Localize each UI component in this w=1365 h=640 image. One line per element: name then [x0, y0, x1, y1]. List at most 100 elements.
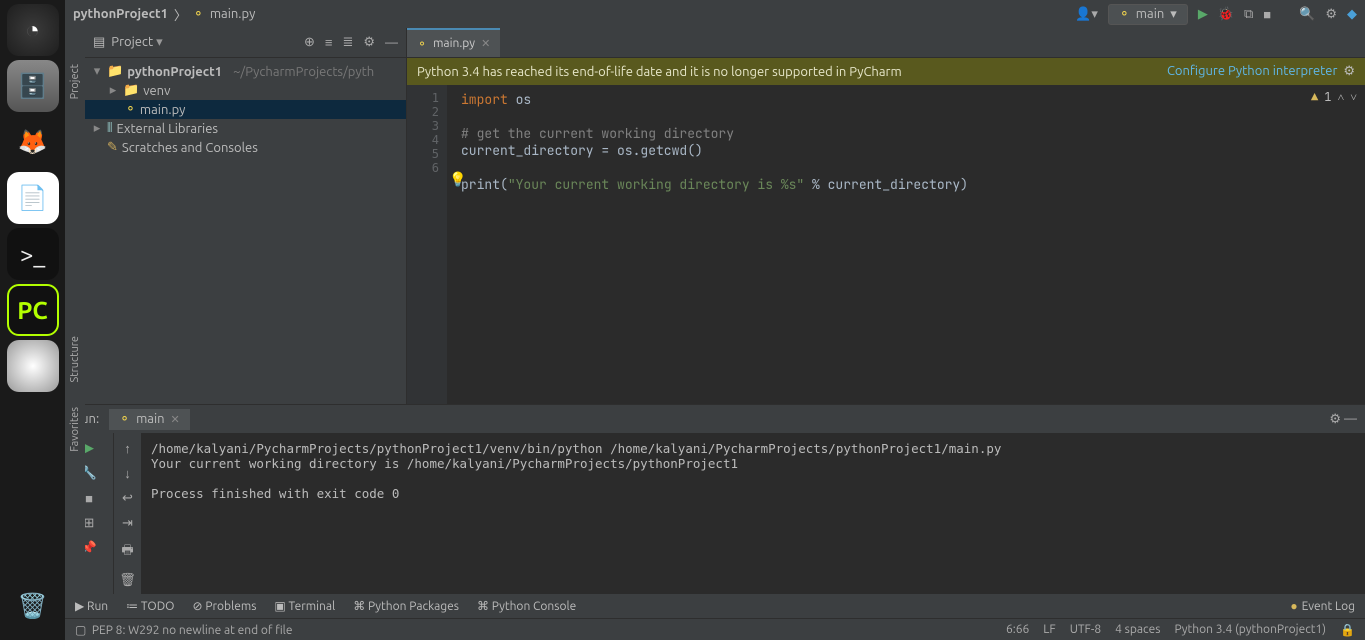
- run-tab-label: main: [136, 412, 164, 426]
- run-output[interactable]: /home/kalyani/PycharmProjects/pythonProj…: [141, 433, 1365, 594]
- todo-tool-button[interactable]: ≔ TODO: [126, 599, 174, 613]
- external-libraries[interactable]: External Libraries: [116, 122, 218, 136]
- problems-tool-button[interactable]: ⊘ Problems: [193, 599, 257, 613]
- configure-interpreter-link[interactable]: Configure Python interpreter: [1167, 64, 1337, 78]
- rerun-button[interactable]: ▶: [84, 441, 94, 456]
- inspection-count: 1: [1324, 89, 1331, 105]
- stop-run-button[interactable]: ■: [85, 491, 93, 506]
- coverage-button[interactable]: ⧉: [1244, 7, 1253, 22]
- run-config-selector[interactable]: ⚬ main ▾: [1108, 4, 1188, 25]
- print-button[interactable]: 🖶: [121, 541, 133, 563]
- run-output-cmd: /home/kalyani/PycharmProjects/pythonProj…: [151, 441, 1001, 456]
- indent-indicator[interactable]: 4 spaces: [1115, 623, 1160, 637]
- files-app-icon[interactable]: 🗄️: [7, 60, 59, 112]
- ubuntu-dash-icon[interactable]: ◔: [7, 4, 59, 56]
- panel-settings-button[interactable]: ⚙: [363, 35, 375, 50]
- editor-tab-main[interactable]: ⚬ main.py ✕: [407, 28, 500, 57]
- up-stack-button[interactable]: ↑: [124, 441, 131, 456]
- expand-caret-icon[interactable]: ▾: [91, 64, 103, 79]
- clear-button[interactable]: 🗑: [119, 573, 136, 588]
- code-editor[interactable]: import os # get the current working dire…: [447, 85, 1365, 404]
- line-number: 5: [407, 147, 439, 161]
- python-file-icon: ⚬: [193, 7, 204, 22]
- hide-run-panel-icon[interactable]: —: [1344, 412, 1357, 426]
- run-button[interactable]: ▶: [1198, 7, 1208, 22]
- eol-banner-text: Python 3.4 has reached its end-of-life d…: [417, 65, 902, 79]
- line-ending[interactable]: LF: [1043, 623, 1055, 637]
- pycharm-app-icon[interactable]: PC: [7, 284, 59, 336]
- run-settings-icon[interactable]: ⚙: [1329, 412, 1341, 426]
- favorites-tool-button[interactable]: Favorites: [69, 399, 81, 460]
- breadcrumb-separator: 〉: [174, 5, 187, 24]
- code-token: import: [461, 91, 508, 108]
- intention-bulb-icon[interactable]: 💡: [449, 171, 466, 189]
- lock-icon[interactable]: 🔒: [1340, 623, 1355, 637]
- layout-button[interactable]: ⊞: [84, 516, 95, 531]
- run-gutter-secondary: ↑ ↓ ↩ ⇥ 🖶 🗑: [113, 433, 141, 594]
- collapse-all-button[interactable]: ≣: [342, 35, 353, 50]
- folder-icon: 📁: [123, 83, 139, 98]
- ide-help-button[interactable]: ◆: [1347, 7, 1357, 22]
- project-root-path: ~/PycharmProjects/pyth: [233, 65, 374, 79]
- file-encoding[interactable]: UTF-8: [1070, 623, 1101, 637]
- breadcrumb-project[interactable]: pythonProject1: [73, 7, 168, 21]
- close-tab-icon[interactable]: ✕: [481, 37, 490, 50]
- scratches-consoles[interactable]: Scratches and Consoles: [122, 141, 258, 155]
- status-widgets-icon[interactable]: ▢: [75, 624, 86, 637]
- run-tool-window: Run: ⚬ main ✕ ⚙ — ▶ 🔧 ■ ⊞ 📌 ↑: [65, 404, 1365, 594]
- line-number: 6: [407, 161, 439, 175]
- close-run-tab-icon[interactable]: ✕: [171, 413, 180, 426]
- expand-caret-icon[interactable]: ▸: [107, 83, 119, 98]
- disc-app-icon[interactable]: [7, 340, 59, 392]
- caret-position[interactable]: 6:66: [1006, 623, 1029, 637]
- search-everywhere-button[interactable]: 🔍: [1299, 7, 1315, 22]
- hide-panel-button[interactable]: —: [385, 36, 398, 50]
- terminal-tool-button[interactable]: ▣ Terminal: [274, 599, 335, 613]
- project-view-icon: ▤: [93, 35, 105, 50]
- code-token: "Your current working directory is %s": [508, 176, 804, 193]
- editor-tab-label: main.py: [433, 37, 475, 50]
- locate-button[interactable]: ⊕: [304, 35, 315, 50]
- inspection-widget[interactable]: ▲ 1 ˄ ˅: [1311, 89, 1357, 105]
- python-console-tool-button[interactable]: ⌘ Python Console: [477, 599, 576, 613]
- project-root[interactable]: pythonProject1: [127, 65, 222, 79]
- project-tree[interactable]: ▾ 📁 pythonProject1 ~/PycharmProjects/pyt…: [85, 58, 406, 161]
- main-py-file[interactable]: main.py: [140, 103, 186, 117]
- breadcrumb-file[interactable]: main.py: [210, 7, 256, 21]
- line-number-gutter[interactable]: 1 2 3 4 5 6: [407, 85, 447, 404]
- expand-caret-icon[interactable]: ▸: [91, 121, 103, 136]
- interpreter-indicator[interactable]: Python 3.4 (pythonProject1): [1174, 623, 1326, 637]
- project-view-title[interactable]: Project: [111, 35, 162, 50]
- libreoffice-writer-icon[interactable]: 📄: [7, 172, 59, 224]
- interpreter-warning-banner: Python 3.4 has reached its end-of-life d…: [407, 58, 1365, 85]
- event-log-label: Event Log: [1302, 600, 1355, 613]
- expand-all-button[interactable]: ≡: [325, 35, 333, 50]
- trash-icon[interactable]: 🗑️: [7, 580, 59, 632]
- event-log-button[interactable]: ● Event Log: [1290, 599, 1355, 613]
- structure-tool-button[interactable]: Structure: [69, 328, 81, 391]
- prev-highlight-icon[interactable]: ˄: [1337, 89, 1344, 105]
- add-user-icon[interactable]: 👤▾: [1075, 7, 1098, 22]
- banner-settings-icon[interactable]: ⚙: [1343, 64, 1355, 78]
- run-config-label: main: [1136, 7, 1164, 21]
- python-icon: ⚬: [1119, 7, 1130, 22]
- stop-button[interactable]: ■: [1263, 7, 1271, 22]
- status-bar: ▢ PEP 8: W292 no newline at end of file …: [65, 618, 1365, 640]
- settings-button[interactable]: ⚙: [1325, 7, 1337, 22]
- soft-wrap-button[interactable]: ↩: [122, 491, 133, 506]
- debug-button[interactable]: 🐞: [1218, 7, 1234, 22]
- scroll-end-button[interactable]: ⇥: [122, 516, 133, 531]
- python-packages-tool-button[interactable]: ⌘ Python Packages: [353, 599, 459, 613]
- run-tab-main[interactable]: ⚬ main ✕: [109, 409, 190, 430]
- venv-folder[interactable]: venv: [143, 84, 170, 98]
- down-stack-button[interactable]: ↓: [124, 466, 131, 481]
- code-token: # get the current working directory: [461, 125, 734, 142]
- terminal-app-icon[interactable]: >_: [7, 228, 59, 280]
- python-icon: ⚬: [119, 412, 130, 427]
- run-tool-button[interactable]: ▶ Run: [75, 599, 108, 613]
- firefox-app-icon[interactable]: 🦊: [7, 116, 59, 168]
- navigation-bar: pythonProject1 〉 ⚬ main.py 👤▾ ⚬ main ▾ ▶…: [65, 0, 1365, 28]
- project-tool-button[interactable]: Project: [69, 56, 81, 107]
- libraries-icon: ⫴: [107, 121, 112, 136]
- next-highlight-icon[interactable]: ˅: [1350, 89, 1357, 105]
